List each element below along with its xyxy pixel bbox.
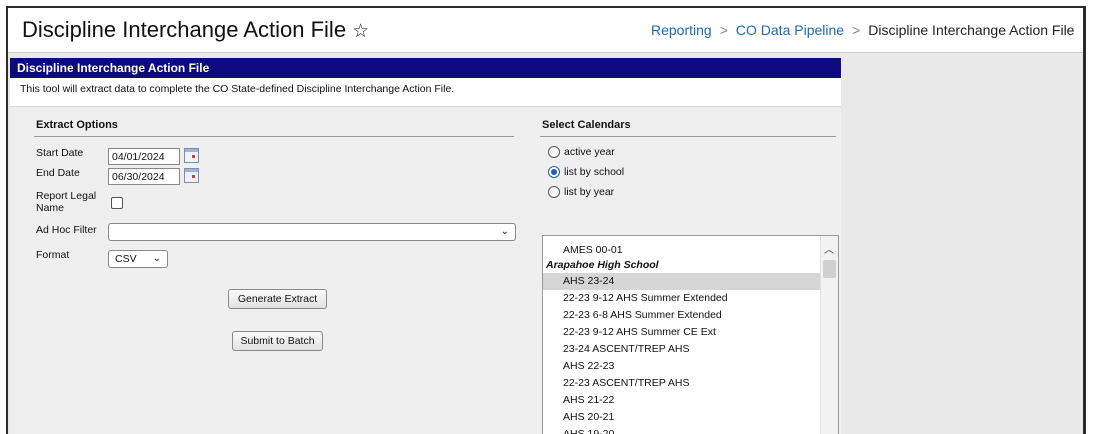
radio-button[interactable] (548, 146, 560, 159)
breadcrumb-current: Discipline Interchange Action File (868, 22, 1075, 38)
radio-list-by-school-label: list by school (564, 166, 625, 178)
ad-hoc-filter-select[interactable]: ⌄ (108, 223, 516, 241)
list-item[interactable]: 22-23 6-8 AHS Summer Extended (543, 307, 821, 324)
report-legal-name-label-line2: Name (36, 202, 65, 214)
report-legal-name-checkbox[interactable] (111, 197, 123, 209)
list-item[interactable]: 23-24 ASCENT/TREP AHS (543, 341, 821, 358)
start-date-input[interactable]: 04/01/2024 (108, 148, 180, 165)
radio-button[interactable] (548, 186, 560, 199)
list-item[interactable]: AHS 22-23 (543, 358, 821, 375)
radio-active-year[interactable]: active year (548, 146, 615, 160)
report-legal-name-label-line1: Report Legal (36, 190, 97, 202)
chevron-up-icon[interactable]: ︿ (824, 241, 834, 256)
list-item[interactable]: 22-23 9-12 AHS Summer CE Ext (543, 324, 821, 341)
app-window: Discipline Interchange Action File ☆ Repo… (6, 6, 1086, 434)
chevron-right-icon: > (852, 22, 861, 38)
panel-description: This tool will extract data to complete … (10, 78, 841, 107)
calendar-icon[interactable] (184, 168, 199, 183)
list-item[interactable]: AHS 19-20 (543, 426, 821, 434)
calendar-icon[interactable] (184, 148, 199, 163)
list-group-header: Arapahoe High School (546, 259, 659, 271)
chevron-right-icon: > (719, 22, 728, 38)
select-calendars-heading: Select Calendars (542, 119, 631, 131)
page-header: Discipline Interchange Action File ☆ Repo… (8, 8, 1083, 53)
listbox-scrollbar[interactable]: ︿ (820, 236, 838, 434)
breadcrumb: Reporting > CO Data Pipeline > Discipline In… (651, 22, 1074, 38)
list-item-selected[interactable]: AHS 23-24 (543, 273, 821, 290)
format-value: CSV (115, 253, 137, 265)
scrollbar-thumb[interactable] (823, 260, 836, 278)
format-select[interactable]: CSV ⌄ (108, 250, 168, 268)
radio-list-by-year[interactable]: list by year (548, 186, 614, 200)
list-item[interactable]: 22-23 ASCENT/TREP AHS (543, 375, 821, 392)
end-date-label: End Date (36, 167, 80, 179)
list-item[interactable]: AHS 21-22 (543, 392, 821, 409)
breadcrumb-co-data-pipeline[interactable]: CO Data Pipeline (736, 22, 844, 38)
list-item[interactable]: AHS 20-21 (543, 409, 821, 426)
list-item[interactable]: 22-23 9-12 AHS Summer Extended (543, 290, 821, 307)
radio-list-by-school[interactable]: list by school (548, 166, 624, 180)
ad-hoc-filter-label: Ad Hoc Filter (36, 224, 97, 236)
format-label: Format (36, 249, 70, 261)
end-date-input[interactable]: 06/30/2024 (108, 168, 180, 185)
report-legal-name-label: Report Legal Name (36, 190, 96, 214)
radio-button-selected[interactable] (548, 166, 560, 179)
radio-list-by-year-label: list by year (564, 186, 615, 198)
generate-extract-button[interactable]: Generate Extract (228, 289, 327, 309)
divider (540, 136, 836, 137)
start-date-label: Start Date (36, 147, 84, 159)
calendar-listbox[interactable]: AMES 00-01 Arapahoe High School AHS 23-2… (542, 235, 839, 434)
radio-active-year-label: active year (564, 146, 615, 158)
star-icon[interactable]: ☆ (352, 21, 369, 42)
page-title-text: Discipline Interchange Action File (22, 17, 347, 42)
submit-to-batch-button[interactable]: Submit to Batch (232, 331, 323, 351)
chevron-down-icon: ⌄ (152, 253, 161, 264)
page-title: Discipline Interchange Action File ☆ (22, 17, 369, 43)
chevron-down-icon: ⌄ (500, 226, 509, 237)
breadcrumb-reporting[interactable]: Reporting (651, 22, 712, 38)
divider (34, 136, 514, 137)
extract-options-heading: Extract Options (36, 119, 118, 131)
panel-title: Discipline Interchange Action File (10, 58, 841, 78)
